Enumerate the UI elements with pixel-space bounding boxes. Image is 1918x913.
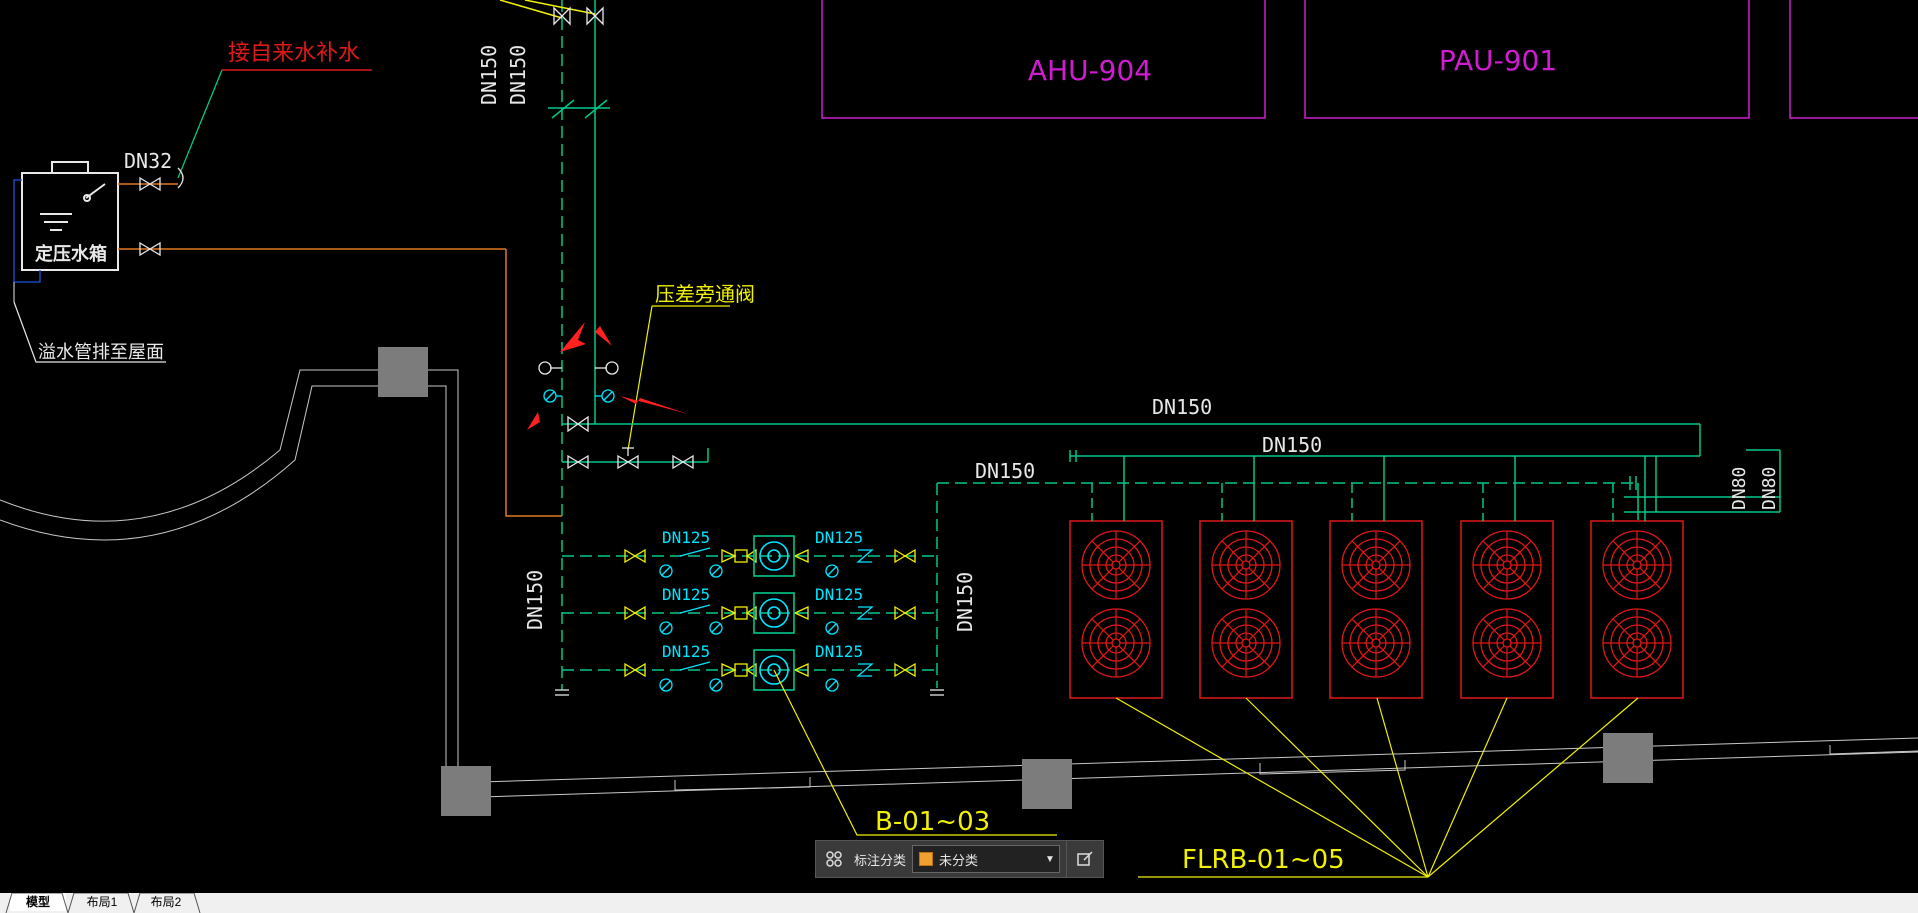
edit-icon[interactable] bbox=[1066, 841, 1103, 877]
pump-dn150-left: DN150 bbox=[523, 570, 547, 630]
category-color-swatch bbox=[919, 852, 934, 866]
pump-row2-dn125-left: DN125 bbox=[662, 585, 710, 604]
tank-label: 定压水箱 bbox=[35, 243, 107, 265]
annotation-category-select[interactable]: 未分类 ▼ bbox=[912, 845, 1060, 873]
pump-row3-dn125-left: DN125 bbox=[662, 642, 710, 661]
overflow-label: 溢水管排至屋面 bbox=[38, 342, 164, 363]
riser-dn150-2: DN150 bbox=[506, 45, 530, 105]
layout-tab-bar: 模型 布局1 布局2 bbox=[0, 893, 1918, 913]
pump-row1-dn125-right: DN125 bbox=[815, 528, 863, 547]
dn32-label: DN32 bbox=[124, 149, 172, 173]
pump-tag: B-01~03 bbox=[875, 807, 990, 837]
category-selected-value: 未分类 bbox=[939, 852, 979, 868]
pau-label: PAU-901 bbox=[1439, 44, 1557, 77]
cad-drawing-canvas[interactable]: AHU-904 PAU-901 DN150 DN150 接自来水补水 DN32 … bbox=[0, 0, 1918, 913]
header-dn150-a: DN150 bbox=[1152, 395, 1212, 419]
branch-dn80-1: DN80 bbox=[1729, 467, 1750, 510]
tab-outline bbox=[5, 893, 201, 913]
header-dn150-c: DN150 bbox=[975, 459, 1035, 483]
header-dn150-b: DN150 bbox=[1262, 433, 1322, 457]
pump-dn150-right: DN150 bbox=[953, 572, 977, 632]
annotation-category-label: 标注分类 bbox=[854, 852, 907, 868]
riser-dn150-1: DN150 bbox=[477, 45, 501, 105]
grid-icon[interactable] bbox=[816, 841, 852, 877]
pump-row2-dn125-right: DN125 bbox=[815, 585, 863, 604]
branch-dn80-2: DN80 bbox=[1759, 467, 1780, 510]
ahu-label: AHU-904 bbox=[1028, 54, 1152, 87]
pump-row1-dn125-left: DN125 bbox=[662, 528, 710, 547]
unit-tag: FLRB-01~05 bbox=[1182, 845, 1345, 875]
makeup-water-label: 接自来水补水 bbox=[228, 41, 360, 66]
pump-row3-dn125-right: DN125 bbox=[815, 642, 863, 661]
annotation-toolbar: 标注分类 未分类 ▼ bbox=[815, 840, 1104, 878]
chevron-down-icon[interactable]: ▼ bbox=[1041, 854, 1059, 865]
bypass-valve-label: 压差旁通阀 bbox=[655, 282, 755, 306]
